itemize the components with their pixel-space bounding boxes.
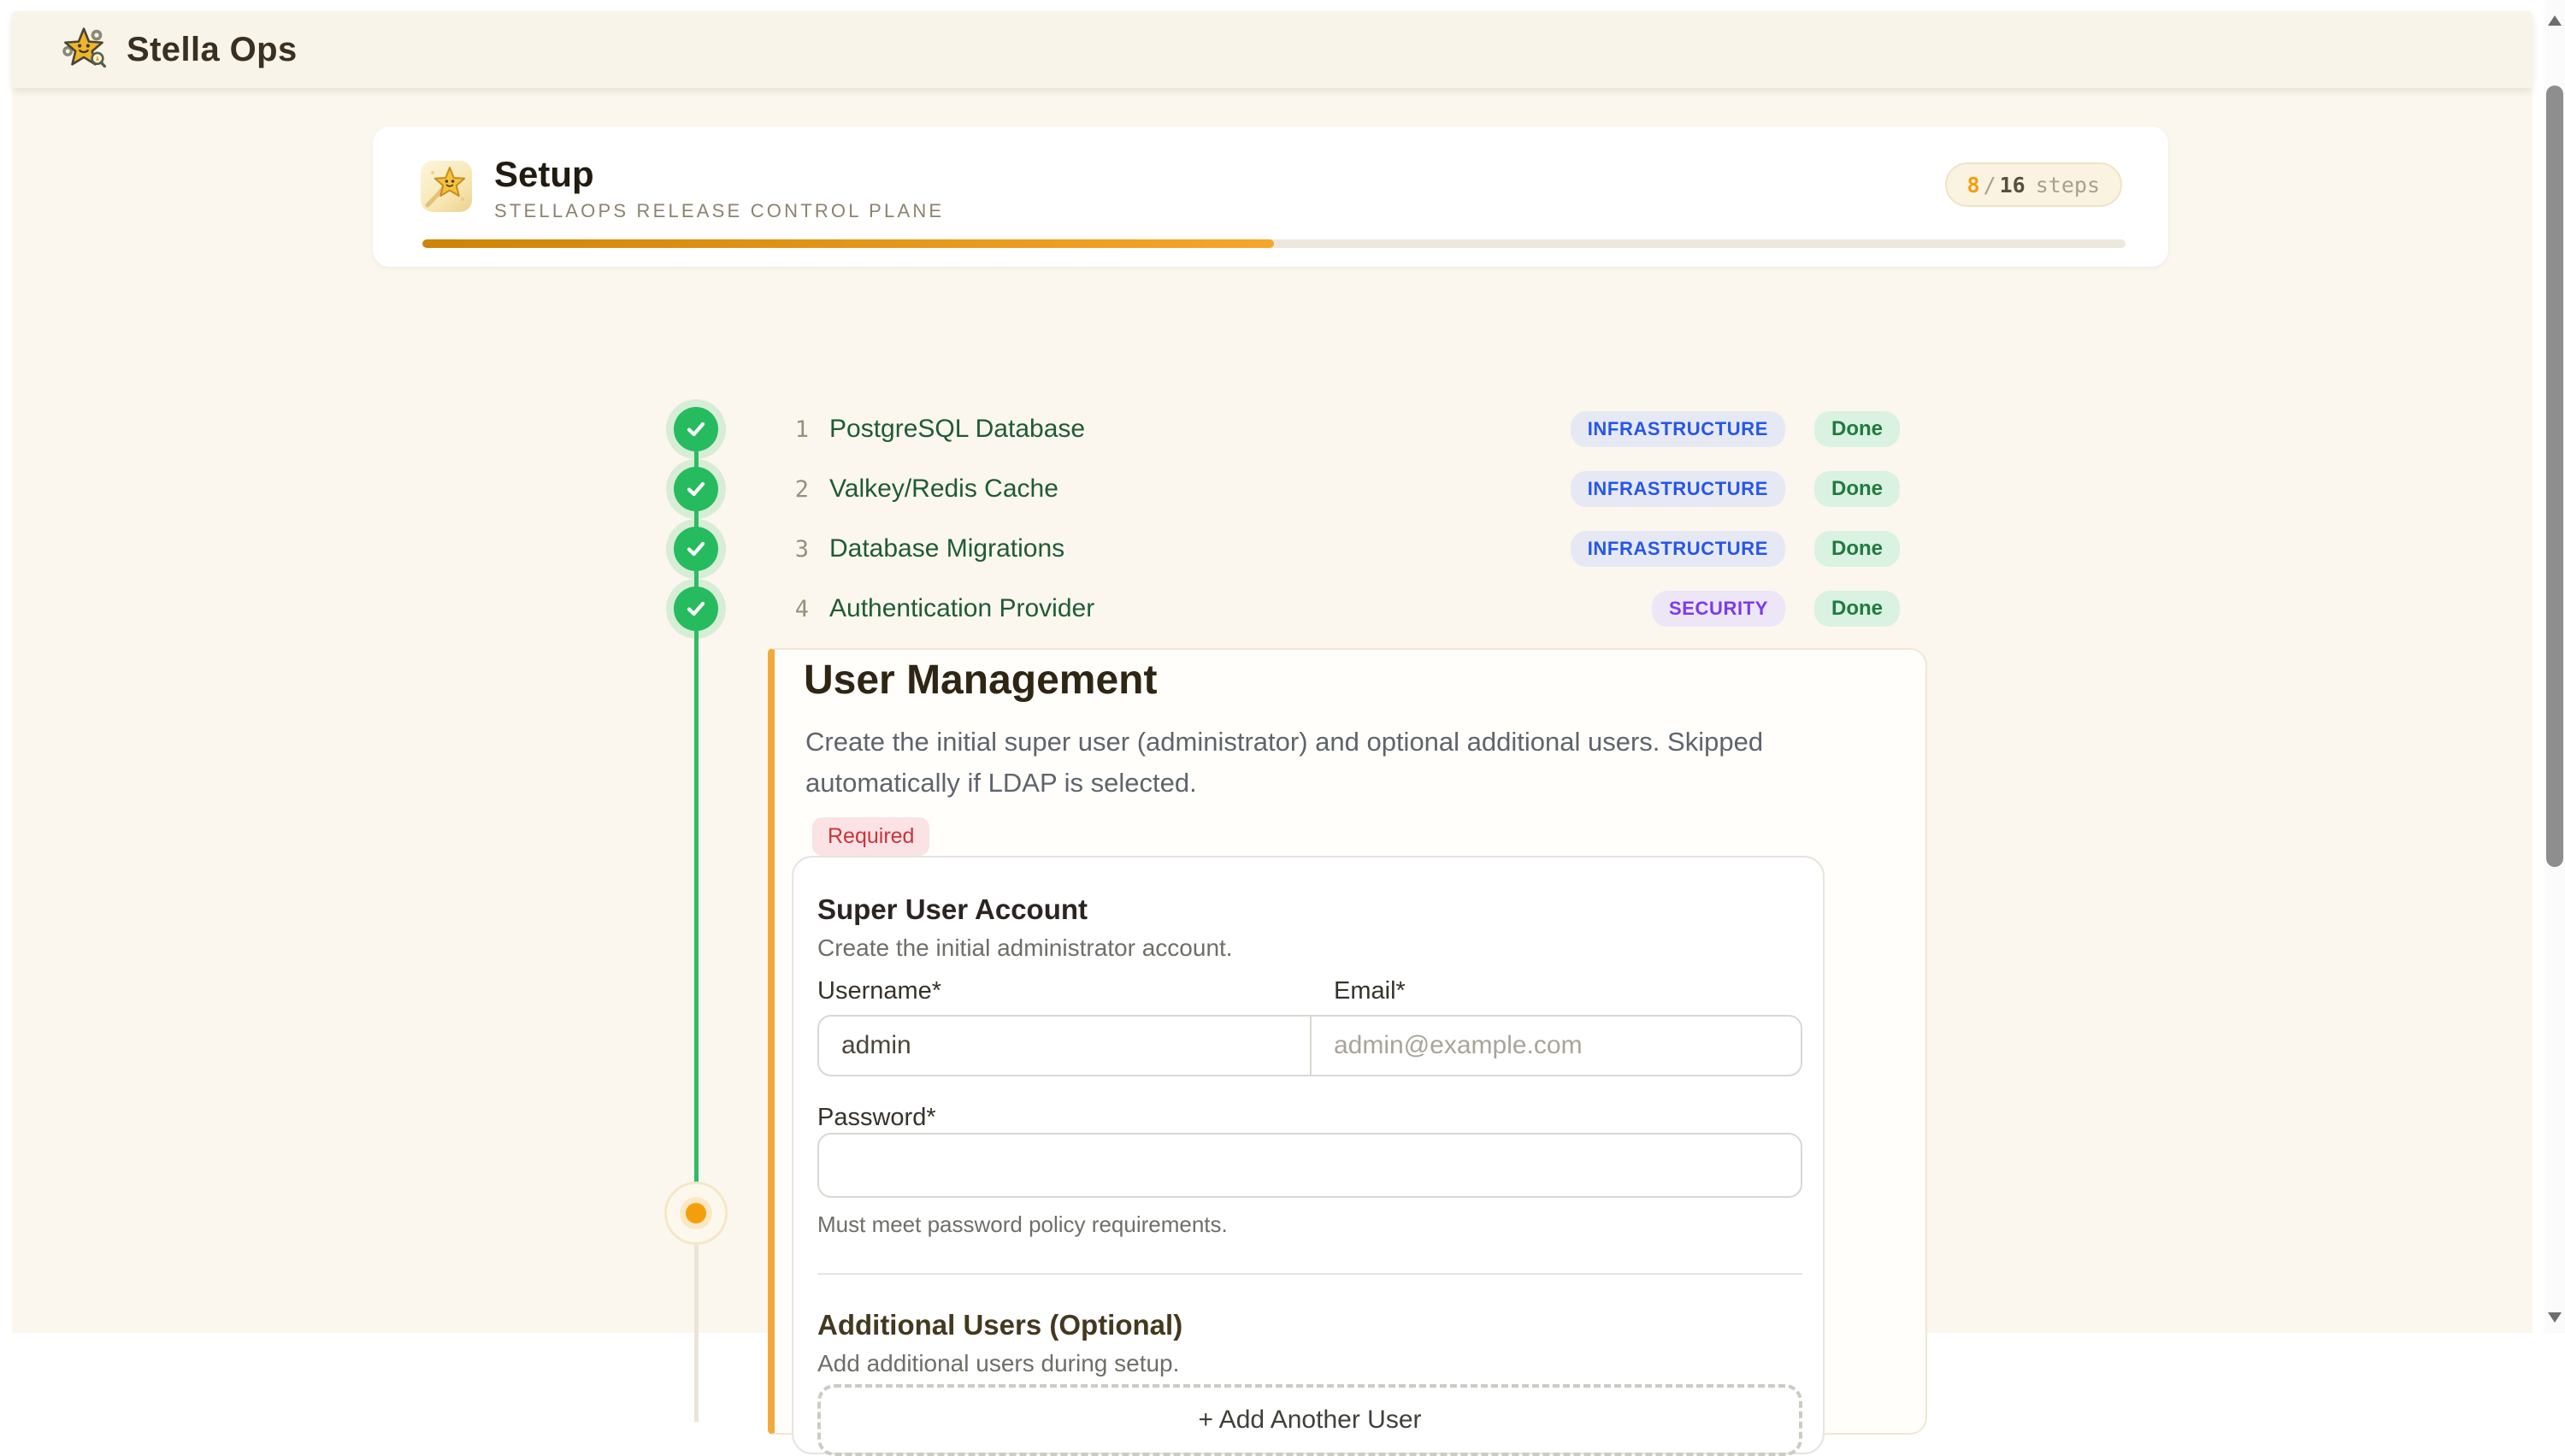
setup-step-row[interactable]: 3 Database Migrations INFRASTRUCTURE Don…	[674, 519, 1900, 579]
step-category-badge: SECURITY	[1652, 591, 1785, 627]
additional-users-title: Additional Users (Optional)	[817, 1309, 1182, 1341]
setup-steps-list: 1 PostgreSQL Database INFRASTRUCTURE Don…	[674, 399, 1900, 639]
timeline-line-upcoming	[694, 1244, 699, 1422]
step-title: Valkey/Redis Cache	[829, 475, 1058, 504]
steps-total-count: 16	[2000, 173, 2025, 197]
required-badge: Required	[812, 817, 929, 856]
page-title: Setup	[494, 154, 594, 195]
email-input[interactable]	[1310, 1017, 1801, 1075]
setup-step-row[interactable]: 2 Valkey/Redis Cache INFRASTRUCTURE Done	[674, 459, 1900, 519]
step-done-check-icon	[674, 587, 718, 631]
super-user-title: Super User Account	[817, 893, 1088, 926]
setup-mascot-icon	[421, 161, 472, 212]
page-scrollbar	[2544, 0, 2565, 1333]
additional-users-subtitle: Add additional users during setup.	[817, 1350, 1179, 1377]
step-title: Authentication Provider	[829, 594, 1094, 623]
step-badges: INFRASTRUCTURE Done	[1571, 531, 1900, 567]
steps-done-count: 8	[1967, 173, 1980, 197]
username-email-input-group	[817, 1015, 1802, 1076]
super-user-subtitle: Create the initial administrator account…	[817, 934, 1233, 962]
section-title: User Management	[804, 657, 1157, 704]
step-status-badge: Done	[1814, 591, 1900, 627]
username-label: Username*	[817, 977, 941, 1005]
user-management-section: User Management Create the initial super…	[768, 648, 1927, 1435]
password-input[interactable]	[817, 1133, 1802, 1198]
brand-home-link[interactable]: Stella Ops	[58, 24, 298, 75]
step-title: PostgreSQL Database	[829, 415, 1085, 444]
section-divider	[817, 1273, 1802, 1275]
setup-step-row[interactable]: 4 Authentication Provider SECURITY Done	[674, 579, 1900, 639]
step-badges: SECURITY Done	[1652, 591, 1900, 627]
step-status-badge: Done	[1814, 411, 1900, 447]
step-title: Database Migrations	[829, 534, 1064, 563]
step-category-badge: INFRASTRUCTURE	[1571, 531, 1785, 567]
password-label: Password*	[817, 1104, 936, 1132]
current-step-indicator-dot	[686, 1203, 706, 1223]
step-number: 4	[785, 596, 809, 622]
steps-suffix: steps	[2036, 173, 2100, 197]
step-done-check-icon	[674, 467, 718, 511]
username-input[interactable]	[819, 1017, 1310, 1075]
step-number: 1	[785, 416, 809, 443]
add-another-user-button[interactable]: + Add Another User	[817, 1384, 1802, 1456]
brand-name: Stella Ops	[127, 31, 298, 69]
app-root: Stella Ops Setup STELLAOPS RELEASE CONTR…	[0, 0, 2565, 1333]
super-user-card: Super User Account Create the initial ad…	[792, 856, 1825, 1454]
step-done-check-icon	[674, 407, 718, 451]
step-category-badge: INFRASTRUCTURE	[1571, 411, 1785, 447]
email-label: Email*	[1334, 977, 1406, 1005]
setup-header-card: Setup STELLAOPS RELEASE CONTROL PLANE 8 …	[373, 127, 2168, 267]
step-category-badge: INFRASTRUCTURE	[1571, 471, 1785, 507]
step-status-badge: Done	[1814, 471, 1900, 507]
scrollbar-thumb[interactable]	[2546, 85, 2563, 867]
setup-progress-fill	[422, 239, 1274, 248]
password-help-text: Must meet password policy requirements.	[817, 1211, 1228, 1238]
step-badges: INFRASTRUCTURE Done	[1571, 411, 1900, 447]
setup-progress-bar	[422, 239, 2126, 248]
step-number: 2	[785, 476, 809, 503]
scrollbar-down-arrow-icon[interactable]	[2548, 1312, 2562, 1323]
main-content: Setup STELLAOPS RELEASE CONTROL PLANE 8 …	[12, 88, 2533, 1333]
steps-progress-badge: 8 / 16 steps	[1945, 162, 2123, 207]
setup-step-row[interactable]: 1 PostgreSQL Database INFRASTRUCTURE Don…	[674, 399, 1900, 459]
stellaops-star-logo-icon	[58, 24, 109, 75]
step-status-badge: Done	[1814, 531, 1900, 567]
step-badges: INFRASTRUCTURE Done	[1571, 471, 1900, 507]
step-done-check-icon	[674, 527, 718, 571]
section-description: Create the initial super user (administr…	[805, 722, 1773, 804]
top-navbar: Stella Ops	[12, 11, 2533, 88]
page-subtitle: STELLAOPS RELEASE CONTROL PLANE	[494, 200, 944, 222]
steps-separator: /	[1984, 173, 1996, 197]
scrollbar-up-arrow-icon[interactable]	[2548, 15, 2562, 26]
step-number: 3	[785, 536, 809, 563]
